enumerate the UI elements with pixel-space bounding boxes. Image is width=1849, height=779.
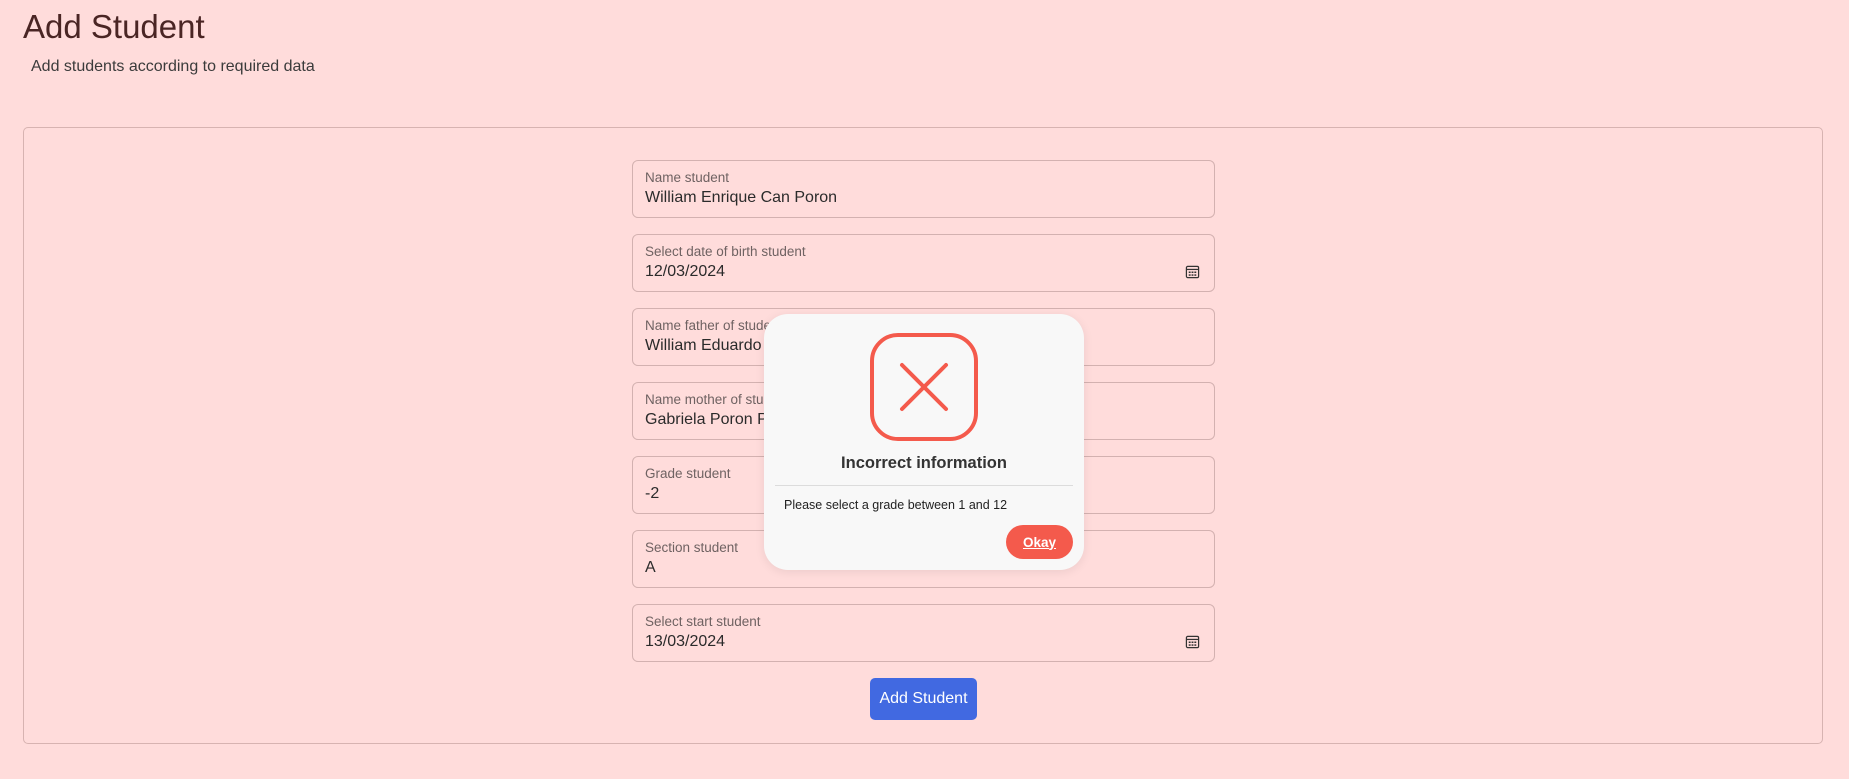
- calendar-icon[interactable]: [1185, 264, 1200, 279]
- page-subtitle: Add students according to required data: [31, 58, 315, 75]
- field-label: Section student: [645, 540, 739, 555]
- field-label: Name father of student: [645, 318, 783, 333]
- field-value: Gabriela Poron Pe: [645, 411, 777, 428]
- date-of-birth-field[interactable]: Select date of birth student 12/03/2024: [632, 234, 1215, 292]
- dialog-message: Please select a grade between 1 and 12: [784, 498, 1008, 512]
- field-value: 13/03/2024: [645, 633, 726, 650]
- okay-button[interactable]: Okay: [1006, 525, 1073, 559]
- field-value: -2: [645, 485, 660, 502]
- page-title: Add Student: [23, 8, 205, 45]
- error-dialog: Incorrect information Please select a gr…: [764, 314, 1084, 570]
- add-student-button[interactable]: Add Student: [870, 678, 977, 720]
- field-label: Select start student: [645, 614, 761, 629]
- field-value: William Enrique Can Poron: [645, 189, 838, 206]
- page: Add Student Add students according to re…: [0, 0, 1849, 779]
- field-value: A: [645, 559, 656, 576]
- field-label: Grade student: [645, 466, 731, 481]
- dialog-title: Incorrect information: [841, 454, 1007, 472]
- field-value: 12/03/2024: [645, 263, 726, 280]
- calendar-icon[interactable]: [1185, 634, 1200, 649]
- field-label: Name student: [645, 170, 730, 185]
- start-date-field[interactable]: Select start student 13/03/2024: [632, 604, 1215, 662]
- field-value: William Eduardo: [645, 337, 762, 354]
- field-label: Select date of birth student: [645, 244, 806, 259]
- name-student-field[interactable]: Name student William Enrique Can Poron: [632, 160, 1215, 218]
- dialog-divider: [775, 485, 1073, 486]
- error-x-icon: [870, 333, 978, 441]
